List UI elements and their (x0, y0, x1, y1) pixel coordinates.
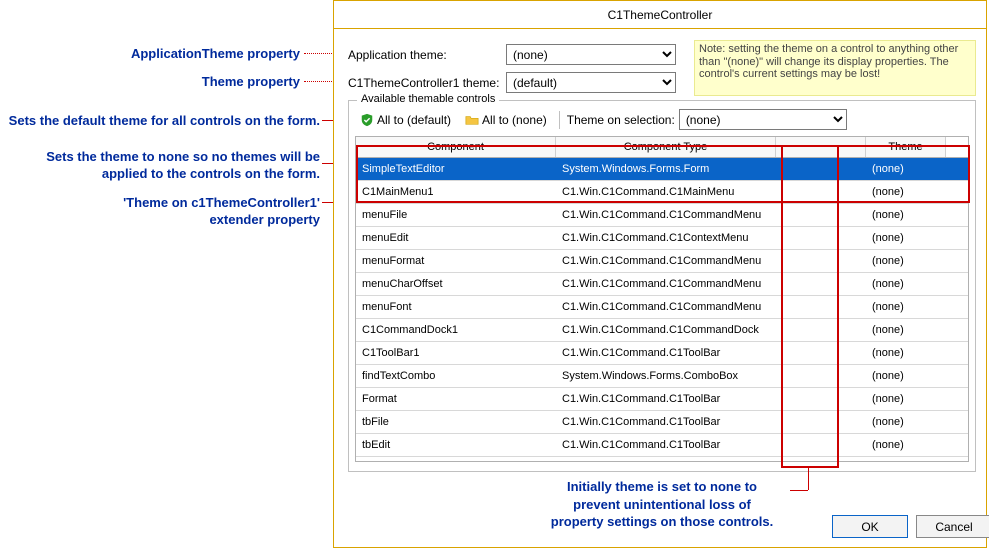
cell-theme: (none) (866, 347, 946, 359)
cell-component: findTextCombo (356, 370, 556, 382)
cell-type: C1.Win.C1Command.C1CommandMenu (556, 209, 776, 221)
annotation-none-theme: Sets the theme to none so no themes will… (0, 149, 320, 183)
col-header-type[interactable]: Component Type (556, 137, 776, 157)
table-row[interactable]: menuFileC1.Win.C1Command.C1CommandMenu (n… (356, 204, 968, 227)
cell-type: C1.Win.C1Command.C1CommandMenu (556, 255, 776, 267)
cell-theme: (none) (866, 186, 946, 198)
cell-type: C1.Win.C1Command.C1ToolBar (556, 439, 776, 451)
cell-type: C1.Win.C1Command.C1CommandDock (556, 324, 776, 336)
cell-theme: (none) (866, 255, 946, 267)
cell-component: menuFont (356, 301, 556, 313)
annotation-app-theme: ApplicationTheme property (0, 46, 300, 63)
label-ctrl-theme: C1ThemeController1 theme: (348, 76, 506, 90)
cell-component: menuFormat (356, 255, 556, 267)
annotation-initial: Initially theme is set to none to preven… (532, 478, 792, 531)
cell-component: menuEdit (356, 232, 556, 244)
table-row[interactable]: tbFileC1.Win.C1Command.C1ToolBar (none) (356, 411, 968, 434)
btn-all-none-label: All to (none) (482, 113, 547, 127)
cell-theme: (none) (866, 232, 946, 244)
groupbox-controls: Available themable controls All to (defa… (348, 100, 976, 472)
cancel-button[interactable]: Cancel (916, 515, 989, 538)
table-row[interactable]: C1CommandDock1C1.Win.C1Command.C1Command… (356, 319, 968, 342)
table-row[interactable]: menuFontC1.Win.C1Command.C1CommandMenu (n… (356, 296, 968, 319)
cell-type: C1.Win.C1Command.C1ContextMenu (556, 232, 776, 244)
table-row[interactable]: FormatC1.Win.C1Command.C1ToolBar (none) (356, 388, 968, 411)
combo-theme-on-selection[interactable]: (none) (679, 109, 847, 130)
btn-all-default[interactable]: All to (default) (355, 110, 456, 130)
cell-theme: (none) (866, 393, 946, 405)
title-bar: C1ThemeController (334, 1, 986, 29)
table-row[interactable]: C1MainMenu1C1.Win.C1Command.C1MainMenu (n… (356, 181, 968, 204)
ok-button[interactable]: OK (832, 515, 908, 538)
cell-component: tbFile (356, 416, 556, 428)
leader-line (808, 468, 809, 490)
toolbar-separator (559, 111, 560, 129)
row-ctrl-theme: C1ThemeController1 theme: (default) (348, 72, 676, 93)
table-row[interactable]: menuFormatC1.Win.C1Command.C1CommandMenu… (356, 250, 968, 273)
leader-line (790, 490, 808, 491)
cell-type: C1.Win.C1Command.C1ToolBar (556, 393, 776, 405)
cell-type: System.Windows.Forms.ComboBox (556, 370, 776, 382)
grid-body: SimpleTextEditorSystem.Windows.Forms.For… (356, 158, 968, 461)
cell-component: C1ToolBar1 (356, 347, 556, 359)
cell-theme: (none) (866, 301, 946, 313)
table-row[interactable]: C1ToolBar1C1.Win.C1Command.C1ToolBar (non… (356, 342, 968, 365)
row-app-theme: Application theme: (none) (348, 44, 676, 65)
annotation-default-theme: Sets the default theme for all controls … (0, 113, 320, 130)
cell-component: SimpleTextEditor (356, 163, 556, 175)
annotation-theme-prop: Theme property (0, 74, 300, 91)
cell-theme: (none) (866, 439, 946, 451)
cell-type: C1.Win.C1Command.C1CommandMenu (556, 278, 776, 290)
cell-type: System.Windows.Forms.Form (556, 163, 776, 175)
groupbox-label: Available themable controls (357, 93, 499, 105)
btn-all-none[interactable]: All to (none) (460, 110, 552, 130)
cell-component: C1MainMenu1 (356, 186, 556, 198)
cell-theme: (none) (866, 278, 946, 290)
col-header-spacer (776, 137, 866, 157)
table-row[interactable]: tbEditC1.Win.C1Command.C1ToolBar (none) (356, 434, 968, 457)
table-row[interactable]: menuCharOffsetC1.Win.C1Command.C1Command… (356, 273, 968, 296)
cell-component: tbEdit (356, 439, 556, 451)
cell-type: C1.Win.C1Command.C1CommandMenu (556, 301, 776, 313)
col-header-theme[interactable]: Theme (866, 137, 946, 157)
cell-theme: (none) (866, 370, 946, 382)
cell-theme: (none) (866, 209, 946, 221)
cell-type: C1.Win.C1Command.C1ToolBar (556, 416, 776, 428)
cell-component: menuCharOffset (356, 278, 556, 290)
table-row[interactable]: findTextComboSystem.Windows.Forms.ComboB… (356, 365, 968, 388)
cell-component: menuFile (356, 209, 556, 221)
cell-theme: (none) (866, 416, 946, 428)
btn-all-default-label: All to (default) (377, 113, 451, 127)
window-title: C1ThemeController (608, 8, 713, 22)
table-row[interactable]: menuEditC1.Win.C1Command.C1ContextMenu (n… (356, 227, 968, 250)
annotation-extender: 'Theme on c1ThemeController1' extender p… (0, 195, 320, 229)
combo-ctrl-theme[interactable]: (default) (506, 72, 676, 93)
shield-check-icon (360, 113, 374, 127)
warning-note: Note: setting the theme on a control to … (694, 40, 976, 96)
label-theme-on-selection: Theme on selection: (567, 113, 675, 127)
controls-grid: Component Component Type Theme SimpleTex… (355, 136, 969, 462)
cell-type: C1.Win.C1Command.C1MainMenu (556, 186, 776, 198)
cell-component: C1CommandDock1 (356, 324, 556, 336)
label-app-theme: Application theme: (348, 48, 506, 62)
table-row[interactable]: SimpleTextEditorSystem.Windows.Forms.For… (356, 158, 968, 181)
col-header-component[interactable]: Component (356, 137, 556, 157)
cell-type: C1.Win.C1Command.C1ToolBar (556, 347, 776, 359)
cell-component: Format (356, 393, 556, 405)
dialog-buttons: OK Cancel (832, 515, 989, 538)
folder-icon (465, 113, 479, 127)
combo-app-theme[interactable]: (none) (506, 44, 676, 65)
cell-theme: (none) (866, 324, 946, 336)
cell-theme: (none) (866, 163, 946, 175)
grid-header: Component Component Type Theme (356, 137, 968, 158)
toolbar: All to (default) All to (none) Theme on … (349, 105, 975, 134)
